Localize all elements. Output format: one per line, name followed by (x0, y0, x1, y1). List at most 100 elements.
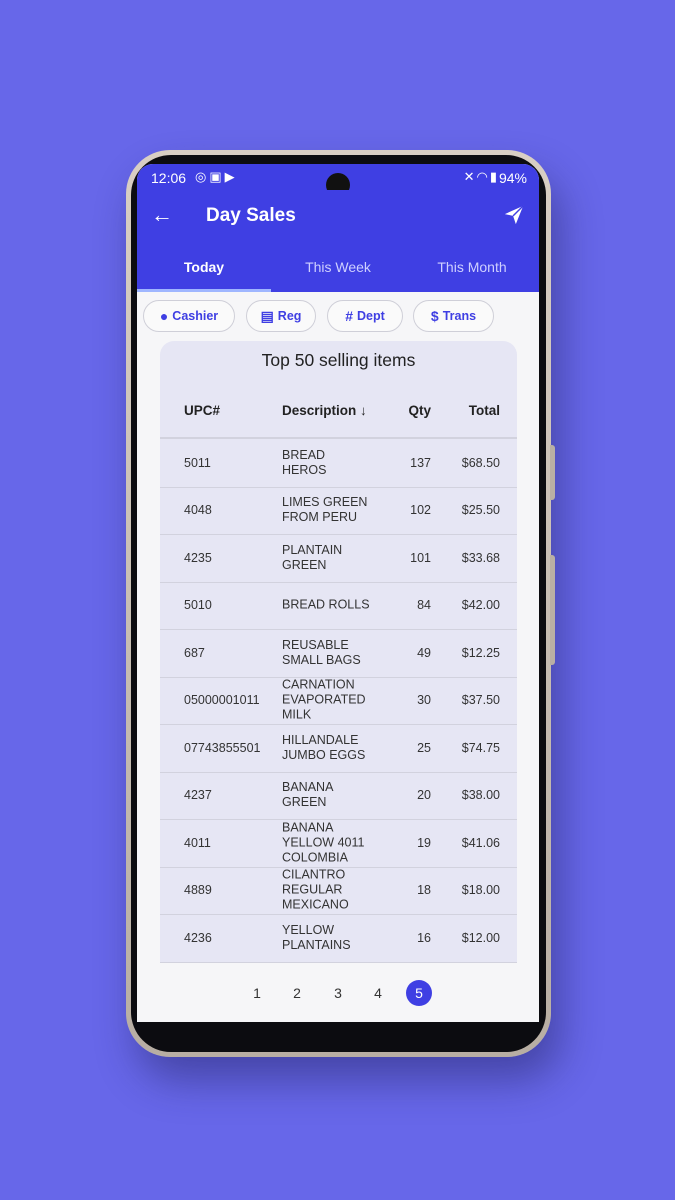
status-time: 12:06 (151, 170, 187, 186)
row-upc: 687 (184, 645, 205, 660)
row-description: YELLOW PLANTAINS (282, 922, 351, 952)
tab-today[interactable]: Today (137, 242, 271, 292)
table-row[interactable]: 5011 BREAD HEROS 137 $68.50 (160, 439, 517, 488)
row-qty: 101 (410, 550, 431, 565)
row-upc: 4048 (184, 503, 212, 518)
row-qty: 30 (417, 693, 431, 708)
row-total: $25.50 (461, 503, 500, 518)
row-upc: 07743855501 (184, 740, 261, 755)
row-description: REUSABLE SMALL BAGS (282, 637, 361, 667)
row-upc: 4236 (184, 930, 212, 945)
row-total: $33.68 (461, 550, 500, 565)
row-total: $68.50 (461, 455, 500, 470)
page-2-button[interactable]: 2 (284, 980, 310, 1006)
column-total[interactable]: Total (469, 403, 500, 418)
row-description: BANANA GREEN (282, 780, 333, 810)
table-row[interactable]: 4237 BANANA GREEN 20 $38.00 (160, 772, 517, 820)
table-row[interactable]: 4011 BANANA YELLOW 4011 COLOMBIA 19 $41.06 (160, 819, 517, 868)
arrow-down-icon: ↓ (360, 403, 367, 418)
table-row[interactable]: 4236 YELLOW PLANTAINS 16 $12.00 (160, 914, 517, 963)
top-items-card: Top 50 selling items UPC# Description ↓ … (160, 341, 517, 963)
arrow-left-icon[interactable]: ← (151, 204, 173, 226)
page-4-button[interactable]: 4 (365, 980, 391, 1006)
app-screen: 12:06 ◎▣▶ ✕◠▮ 94% ← Day Sales Today This… (137, 164, 539, 1022)
row-description: LIMES GREEN FROM PERU (282, 495, 368, 525)
row-description: CILANTRO REGULAR MEXICANO (282, 867, 349, 912)
pagination: 1 2 3 4 5 (137, 980, 539, 1006)
card-title: Top 50 selling items (261, 350, 416, 370)
row-total: $38.00 (461, 788, 500, 803)
row-total: $42.00 (461, 598, 500, 613)
period-tabs: Today This Week This Month (137, 242, 539, 292)
status-system-icons: ✕◠▮ (464, 169, 499, 185)
row-qty: 16 (417, 930, 431, 945)
column-description[interactable]: Description ↓ (282, 403, 367, 418)
row-total: $18.00 (461, 883, 500, 898)
column-qty[interactable]: Qty (408, 403, 431, 418)
row-qty: 102 (410, 503, 431, 518)
table-row[interactable]: 07743855501 HILLANDALE JUMBO EGGS 25 $74.75 (160, 724, 517, 773)
row-qty: 25 (417, 740, 431, 755)
row-upc: 4235 (184, 550, 212, 565)
filter-dept-button[interactable]: # Dept (327, 300, 403, 332)
mute-icon: ✕ (463, 169, 477, 184)
table-row[interactable]: 687 REUSABLE SMALL BAGS 49 $12.25 (160, 629, 517, 678)
dollar-icon: $ (430, 308, 439, 324)
row-total: $12.25 (461, 645, 500, 660)
send-icon[interactable] (503, 204, 525, 231)
row-total: $12.00 (461, 930, 500, 945)
row-total: $74.75 (461, 740, 500, 755)
filter-label: Cashier (172, 309, 219, 323)
table-row[interactable]: 4889 CILANTRO REGULAR MEXICANO 18 $18.00 (160, 867, 517, 915)
row-upc: 4237 (184, 788, 212, 803)
row-description: CARNATION EVAPORATED MILK (282, 677, 366, 722)
table-header: UPC# Description ↓ Qty Total (160, 387, 517, 439)
person-icon: ● (159, 308, 169, 324)
signal-icon: ▮ (489, 169, 499, 184)
row-description: PLANTAIN GREEN (282, 542, 343, 572)
row-qty: 20 (417, 788, 431, 803)
table-row[interactable]: 4048 LIMES GREEN FROM PERU 102 $25.50 (160, 487, 517, 535)
row-upc: 4889 (184, 883, 212, 898)
hash-icon: # (345, 308, 353, 324)
page-3-button[interactable]: 3 (325, 980, 351, 1006)
row-description: BREAD ROLLS (282, 597, 370, 612)
register-icon: ▤ (260, 307, 274, 324)
table-row[interactable]: 4235 PLANTAIN GREEN 101 $33.68 (160, 534, 517, 583)
row-qty: 84 (417, 598, 431, 613)
filter-cashier-button[interactable]: ● Cashier (143, 300, 235, 332)
app-icon: ▶ (224, 169, 238, 184)
fingerprint-icon: ◎ (195, 169, 210, 184)
tab-this-month[interactable]: This Month (405, 242, 539, 292)
excel-icon: ▣ (209, 169, 225, 184)
wifi-icon: ◠ (476, 169, 490, 184)
row-upc: 5011 (184, 455, 211, 470)
filter-trans-button[interactable]: $ Trans (413, 300, 494, 332)
filter-label: Trans (442, 309, 477, 323)
row-upc: 4011 (184, 835, 211, 850)
filter-reg-button[interactable]: ▤ Reg (246, 300, 316, 332)
page-title: Day Sales (206, 205, 296, 226)
row-description: BANANA YELLOW 4011 COLOMBIA (282, 820, 365, 865)
volume-button (550, 445, 555, 500)
row-qty: 137 (410, 455, 431, 470)
tab-this-week[interactable]: This Week (271, 242, 405, 292)
row-qty: 19 (417, 835, 431, 850)
row-total: $37.50 (461, 693, 500, 708)
row-qty: 49 (417, 645, 431, 660)
page-1-button[interactable]: 1 (244, 980, 270, 1006)
row-description: HILLANDALE JUMBO EGGS (282, 732, 366, 762)
row-qty: 18 (417, 883, 431, 898)
row-total: $41.06 (461, 835, 500, 850)
app-bar: ← Day Sales (137, 190, 539, 242)
table-row[interactable]: 05000001011 CARNATION EVAPORATED MILK 30 $3… (160, 677, 517, 725)
battery-level: 94% (498, 170, 527, 186)
status-notification-icons: ◎▣▶ (195, 169, 238, 185)
column-upc[interactable]: UPC# (184, 403, 220, 418)
filter-label: Reg (277, 309, 302, 323)
power-button (550, 555, 555, 665)
page-5-button[interactable]: 5 (406, 980, 432, 1006)
column-description-label: Description (282, 403, 357, 418)
filter-label: Dept (357, 309, 385, 323)
table-row[interactable]: 5010 BREAD ROLLS 84 $42.00 (160, 582, 517, 630)
